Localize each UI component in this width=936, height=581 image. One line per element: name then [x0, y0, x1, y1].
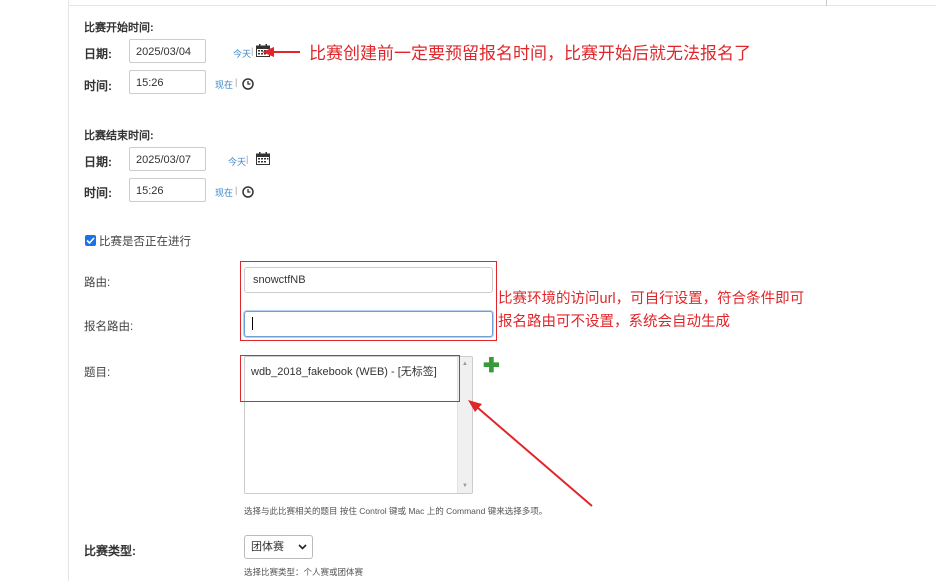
ongoing-label: 比赛是否正在进行 [99, 236, 191, 248]
route-highlight-box [240, 261, 497, 341]
start-today-link[interactable]: 今天 [233, 47, 251, 60]
end-today-link[interactable]: 今天 [228, 155, 246, 168]
start-now-link[interactable]: 现在 [215, 78, 233, 91]
end-now-link[interactable]: 现在 [215, 186, 233, 199]
calendar-icon[interactable] [256, 44, 270, 62]
signup-route-label: 报名路由: [84, 321, 134, 333]
route-annotation-line2: 报名路由可不设置，系统会自动生成 [498, 314, 730, 330]
top-tick-mark [826, 0, 827, 6]
problems-help-text: 选择与此比赛相关的题目 按住 Control 键或 Mac 上的 Command… [244, 506, 548, 516]
clock-icon[interactable] [242, 77, 254, 95]
start-time-label: 时间: [84, 79, 112, 93]
problems-label: 题目: [84, 367, 111, 379]
end-time-title: 比赛结束时间: [84, 130, 154, 142]
arrow-to-problem [468, 400, 593, 507]
end-date-separator: | [246, 154, 249, 164]
problem-highlight-box [240, 355, 460, 402]
start-time-separator: | [235, 77, 238, 87]
chevron-down-icon [298, 536, 307, 566]
check-icon [86, 237, 95, 245]
contest-type-value: 团体赛 [251, 541, 284, 553]
end-date-label: 日期: [84, 155, 112, 169]
end-time-input[interactable]: 15:26 [129, 178, 206, 202]
start-annotation: 比赛创建前一定要预留报名时间，比赛开始后就无法报名了 [309, 44, 751, 63]
start-date-label: 日期: [84, 47, 112, 61]
start-date-input[interactable]: 2025/03/04 [129, 39, 206, 63]
contest-type-help: 选择比赛类型：个人赛或团体赛 [244, 567, 364, 577]
top-divider [68, 0, 936, 6]
end-time-label: 时间: [84, 186, 112, 200]
end-date-input[interactable]: 2025/03/07 [129, 147, 206, 171]
route-label: 路由: [84, 277, 111, 289]
start-time-input[interactable]: 15:26 [129, 70, 206, 94]
clock-icon[interactable] [242, 185, 254, 203]
contest-type-select[interactable]: 团体赛 [244, 535, 313, 559]
plus-icon[interactable]: ✚ [483, 356, 500, 376]
end-time-separator: | [235, 185, 238, 195]
contest-type-label: 比赛类型: [84, 544, 136, 558]
scroll-up-icon[interactable]: ▲ [462, 361, 468, 367]
start-date-separator: | [251, 46, 254, 56]
left-border [68, 0, 69, 581]
ongoing-checkbox[interactable] [85, 235, 96, 246]
route-annotation-line1: 比赛环境的访问url，可自行设置，符合条件即可 [498, 291, 805, 307]
calendar-icon[interactable] [256, 152, 270, 170]
start-time-title: 比赛开始时间: [84, 22, 154, 34]
scroll-down-icon[interactable]: ▼ [462, 483, 468, 489]
